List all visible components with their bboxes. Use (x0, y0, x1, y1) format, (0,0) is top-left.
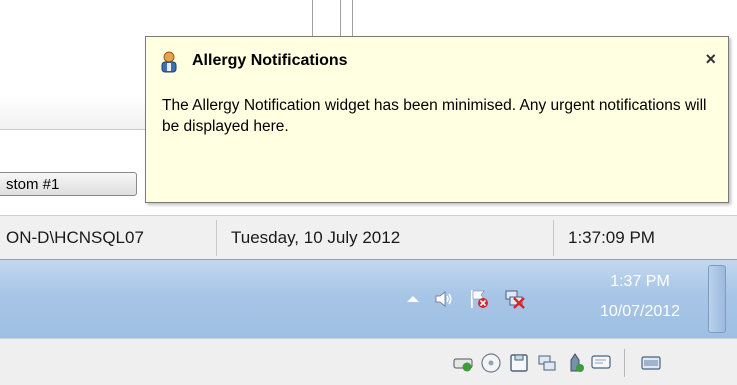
background-panel-header (0, 95, 148, 130)
network-icon[interactable] (536, 352, 558, 374)
divider (340, 0, 341, 40)
server-name: ON-D\HCNSQL07 (6, 228, 144, 247)
device-status-bar (0, 338, 737, 385)
network-disconnected-icon[interactable] (504, 288, 526, 310)
usb-icon[interactable] (564, 352, 586, 374)
optical-drive-icon[interactable] (480, 352, 502, 374)
clock-time[interactable]: 1:37 PM (585, 273, 695, 291)
keyboard-icon[interactable] (640, 352, 662, 374)
divider (352, 0, 353, 40)
divider (624, 349, 625, 377)
popup-message: The Allergy Notification widget has been… (162, 97, 707, 135)
divider (312, 0, 313, 40)
clock-date[interactable]: 10/07/2012 (585, 303, 695, 321)
volume-icon[interactable] (433, 288, 455, 310)
popup-title: Allergy Notifications (192, 52, 348, 69)
status-bar: ON-D\HCNSQL07 Tuesday, 10 July 2012 1:37… (0, 215, 737, 259)
taskbar: 1:37 PM 10/07/2012 (0, 259, 737, 338)
close-icon[interactable]: × (705, 49, 716, 70)
custom-button[interactable]: stom #1 (0, 172, 137, 196)
hard-drive-icon[interactable] (452, 352, 474, 374)
divider (216, 220, 217, 256)
divider (553, 220, 554, 256)
show-hidden-icons-icon[interactable] (402, 288, 424, 310)
floppy-icon[interactable] (508, 352, 530, 374)
message-icon[interactable] (590, 352, 612, 374)
status-time: 1:37:09 PM (568, 228, 655, 247)
show-desktop-button[interactable] (708, 265, 726, 333)
status-date: Tuesday, 10 July 2012 (231, 228, 401, 247)
user-icon (161, 51, 177, 73)
action-center-flag-icon[interactable] (468, 288, 490, 310)
allergy-notification-popup: Allergy Notifications × The Allergy Noti… (145, 36, 729, 203)
